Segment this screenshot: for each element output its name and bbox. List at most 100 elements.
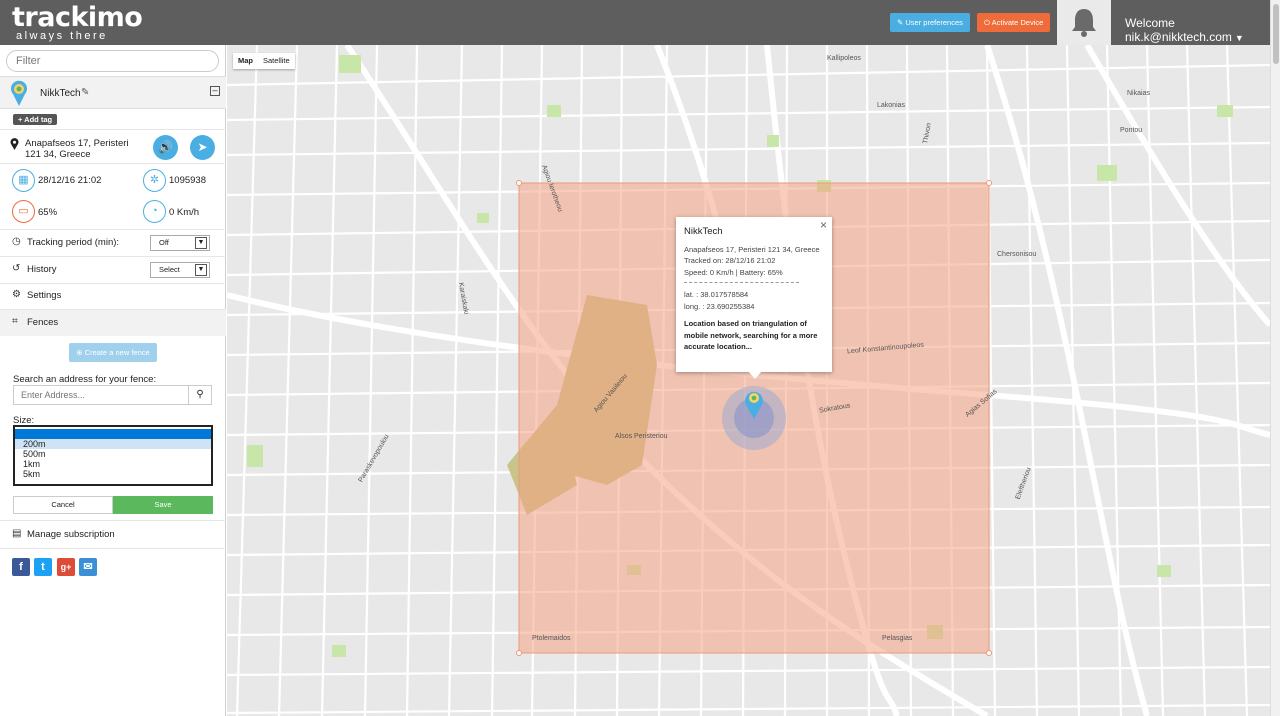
device-pin-icon	[11, 80, 27, 106]
fences-label: Fences	[27, 317, 59, 328]
fence-address-input[interactable]	[13, 385, 189, 405]
logo-text: trackimo	[12, 2, 143, 33]
location-marker-icon	[10, 138, 19, 150]
street-label: Ptolemaidos	[532, 635, 571, 642]
notifications-button[interactable]	[1057, 0, 1111, 45]
create-fence-label: Create a new fence	[84, 348, 150, 357]
top-header: trackimo always there ✎ User preferences…	[0, 0, 1280, 45]
chevron-down-icon: ▼	[195, 237, 207, 249]
history-select[interactable]: Select ▼	[150, 262, 210, 278]
navigation-arrow-icon: ➤	[197, 140, 208, 154]
filter-input[interactable]	[6, 50, 219, 72]
popup-divider	[684, 282, 799, 283]
tracked-datetime: 28/12/16 21:02	[38, 175, 102, 186]
map-canvas[interactable]: Map Satellite Agiou Ierotheou Agiou Vasil…	[227, 45, 1270, 716]
fence-crop-icon: ⌗	[12, 316, 18, 327]
user-preferences-label: User preferences	[905, 18, 963, 27]
tracking-period-value: Off	[159, 238, 169, 247]
size-option[interactable]: 1km	[15, 459, 211, 469]
manage-subscription-row[interactable]: ▤ Manage subscription	[0, 522, 226, 548]
user-preferences-button[interactable]: ✎ User preferences	[890, 13, 970, 32]
size-option-selected[interactable]: 200m	[15, 439, 211, 449]
street-label: Kallipoleos	[827, 55, 861, 62]
battery-level: 65%	[38, 207, 58, 218]
email-icon[interactable]: ✉	[79, 558, 97, 576]
activate-device-label: Activate Device	[991, 18, 1044, 27]
settings-row[interactable]: ⚙ Settings	[0, 283, 226, 309]
speedometer-icon: ◔	[143, 200, 166, 223]
map-type-toggle[interactable]: Map Satellite	[233, 53, 295, 69]
battery-icon: ▭	[12, 200, 35, 223]
history-value: Select	[159, 265, 180, 274]
street-label: Pelasgias	[882, 635, 913, 642]
device-address: Anapafseos 17, Peristeri 121 34, Greece	[25, 138, 129, 160]
clock-icon: ◷	[12, 236, 21, 247]
satellite-view-button[interactable]: Satellite	[258, 53, 295, 69]
fences-row[interactable]: ⌗ Fences	[0, 310, 226, 336]
add-tag-button[interactable]: + Add tag	[13, 114, 58, 125]
chevron-down-icon: ▼	[1234, 33, 1244, 43]
divider	[0, 548, 226, 549]
sidebar: NikkTech ✎ – + Add tag Anapafseos 17, Pe…	[0, 45, 226, 716]
trackimo-logo[interactable]: trackimo always there	[12, 2, 143, 42]
history-icon: ↺	[12, 263, 21, 274]
popup-location-note: Location based on triangulation of mobil…	[684, 319, 818, 351]
device-name: NikkTech	[40, 88, 81, 99]
calendar-icon: ▦	[12, 169, 35, 192]
search-icon: ⚲	[196, 389, 204, 400]
gear-icon: ⚙	[12, 289, 21, 300]
popup-title: NikkTech	[684, 226, 723, 237]
chevron-down-icon: ▼	[195, 264, 207, 276]
popup-address: Anapafseos 17, Peristeri 121 34, Greece	[684, 244, 820, 254]
search-button[interactable]: ⚲	[188, 385, 212, 405]
collapse-icon[interactable]: –	[210, 86, 220, 96]
manage-subscription-label: Manage subscription	[27, 529, 115, 540]
street-label: Nikaias	[1127, 90, 1150, 97]
history-row: ↺ History Select ▼	[0, 257, 226, 283]
device-row[interactable]: NikkTech ✎ –	[0, 76, 226, 109]
divider	[0, 163, 226, 164]
size-option[interactable]: 500m	[15, 449, 211, 459]
popup-latitude: lat. : 38.017578584	[684, 290, 749, 299]
welcome-text: Welcome nik.k@nikktech.com	[1125, 16, 1232, 44]
close-icon[interactable]: ×	[820, 219, 827, 232]
edit-icon[interactable]: ✎	[81, 87, 89, 98]
google-plus-icon[interactable]: g+	[57, 558, 75, 576]
create-fence-button[interactable]: ⊕ Create a new fence	[69, 343, 157, 362]
popup-speed-battery: Speed: 0 Km/h | Battery: 65%	[684, 267, 783, 277]
user-menu[interactable]: Welcome nik.k@nikktech.com ▼	[1125, 16, 1280, 44]
divider	[0, 520, 226, 521]
size-listbox[interactable]: ... 200m 500m 1km 5km	[13, 425, 213, 486]
sound-button[interactable]: 🔊	[153, 135, 178, 160]
popup-tracked-on: Tracked on: 28/12/16 21:02	[684, 256, 776, 265]
size-option[interactable]: ...	[15, 429, 211, 439]
popup-pointer	[748, 371, 762, 379]
street-label: Pontou	[1120, 127, 1143, 134]
park-label: Alsos Peristeriou	[615, 433, 668, 440]
activate-device-button[interactable]: ⏻ Activate Device	[977, 13, 1051, 32]
history-label: History	[27, 264, 57, 275]
map-streets	[227, 45, 1270, 716]
map-view-button[interactable]: Map	[233, 53, 258, 69]
tracking-period-select[interactable]: Off ▼	[150, 235, 210, 251]
navigate-button[interactable]: ➤	[190, 135, 215, 160]
settings-label: Settings	[27, 290, 62, 301]
street-label: Lakonias	[877, 102, 906, 109]
page-scrollbar[interactable]	[1270, 0, 1280, 716]
cancel-button[interactable]: Cancel	[13, 496, 113, 514]
speaker-icon: 🔊	[158, 140, 173, 154]
satellite-id: 1095938	[169, 175, 206, 186]
street-label: Chersonisou	[997, 251, 1037, 258]
facebook-icon[interactable]: f	[12, 558, 30, 576]
save-button[interactable]: Save	[113, 496, 213, 514]
twitter-icon[interactable]: t	[34, 558, 52, 576]
popup-longitude: long. : 23.690255384	[684, 301, 755, 311]
tracking-period-row: ◷ Tracking period (min): Off ▼	[0, 230, 226, 256]
size-option[interactable]: 5km	[15, 469, 211, 479]
scrollbar-thumb[interactable]	[1273, 4, 1279, 64]
device-info-popup: × NikkTech Anapafseos 17, Peristeri 121 …	[676, 217, 832, 372]
fence-search-label: Search an address for your fence:	[13, 374, 157, 385]
satellite-icon: ✲	[143, 169, 166, 192]
bell-icon	[1072, 9, 1096, 37]
document-icon: ▤	[12, 528, 22, 539]
